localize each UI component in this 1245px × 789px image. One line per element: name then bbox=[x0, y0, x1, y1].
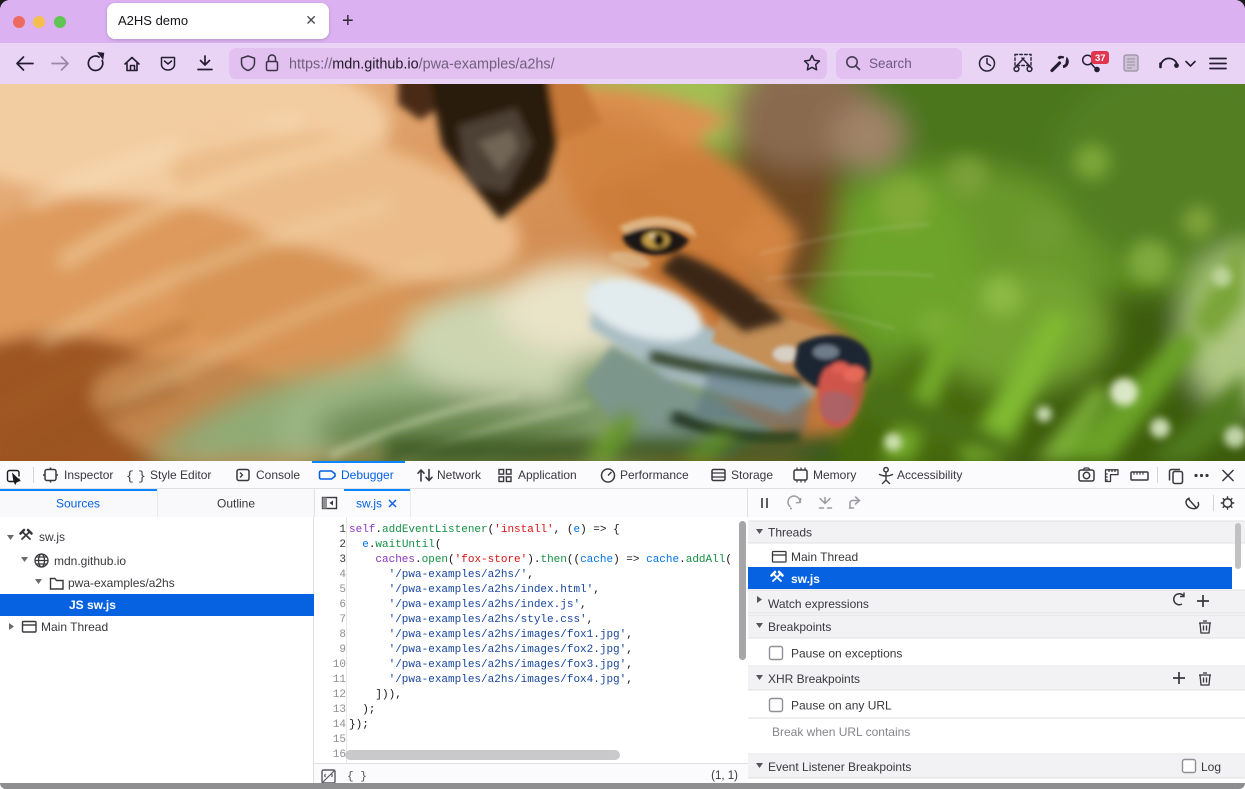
svg-text:sw.js: sw.js bbox=[39, 530, 65, 544]
svg-text:Accessibility: Accessibility bbox=[897, 468, 962, 482]
svg-text:Pause on any URL: Pause on any URL bbox=[791, 699, 892, 713]
svg-text:Outline: Outline bbox=[217, 497, 255, 511]
svg-text:Memory: Memory bbox=[813, 468, 856, 482]
svg-text:Application: Application bbox=[518, 468, 577, 482]
svg-text:Watch expressions: Watch expressions bbox=[768, 597, 869, 611]
svg-text:Breakpoints: Breakpoints bbox=[768, 620, 831, 634]
svg-text:Style Editor: Style Editor bbox=[150, 468, 211, 482]
svg-text:Threads: Threads bbox=[768, 526, 812, 540]
svg-text:Break when URL contains: Break when URL contains bbox=[772, 725, 910, 739]
svg-text:Storage: Storage bbox=[731, 468, 773, 482]
svg-text:Pause on exceptions: Pause on exceptions bbox=[791, 647, 902, 661]
svg-text:sw.js: sw.js bbox=[791, 572, 820, 586]
svg-text:Inspector: Inspector bbox=[64, 468, 113, 482]
svg-text:pwa-examples/a2hs: pwa-examples/a2hs bbox=[68, 576, 175, 590]
svg-text:Log: Log bbox=[1201, 760, 1221, 774]
svg-text:https://mdn.github.io/pwa-exam: https://mdn.github.io/pwa-examples/a2hs/ bbox=[289, 57, 555, 73]
svg-text:Main Thread: Main Thread bbox=[791, 550, 858, 564]
svg-text:Performance: Performance bbox=[620, 468, 689, 482]
svg-text:Network: Network bbox=[437, 468, 482, 482]
svg-text:37: 37 bbox=[1095, 53, 1106, 64]
svg-text:Debugger: Debugger bbox=[341, 468, 394, 482]
svg-text:JS: JS bbox=[69, 598, 84, 612]
svg-text:sw.js: sw.js bbox=[356, 497, 382, 511]
svg-text:Sources: Sources bbox=[56, 497, 100, 511]
svg-text:{: { bbox=[126, 469, 134, 484]
svg-text:XHR Breakpoints: XHR Breakpoints bbox=[768, 672, 860, 686]
svg-text:Main Thread: Main Thread bbox=[41, 620, 108, 634]
svg-text:Search: Search bbox=[869, 56, 912, 71]
svg-text:mdn.github.io: mdn.github.io bbox=[54, 554, 126, 568]
svg-text:}: } bbox=[138, 469, 146, 484]
svg-text:sw.js: sw.js bbox=[87, 598, 116, 612]
svg-text:Event Listener Breakpoints: Event Listener Breakpoints bbox=[768, 760, 911, 774]
svg-text:Console: Console bbox=[256, 468, 300, 482]
